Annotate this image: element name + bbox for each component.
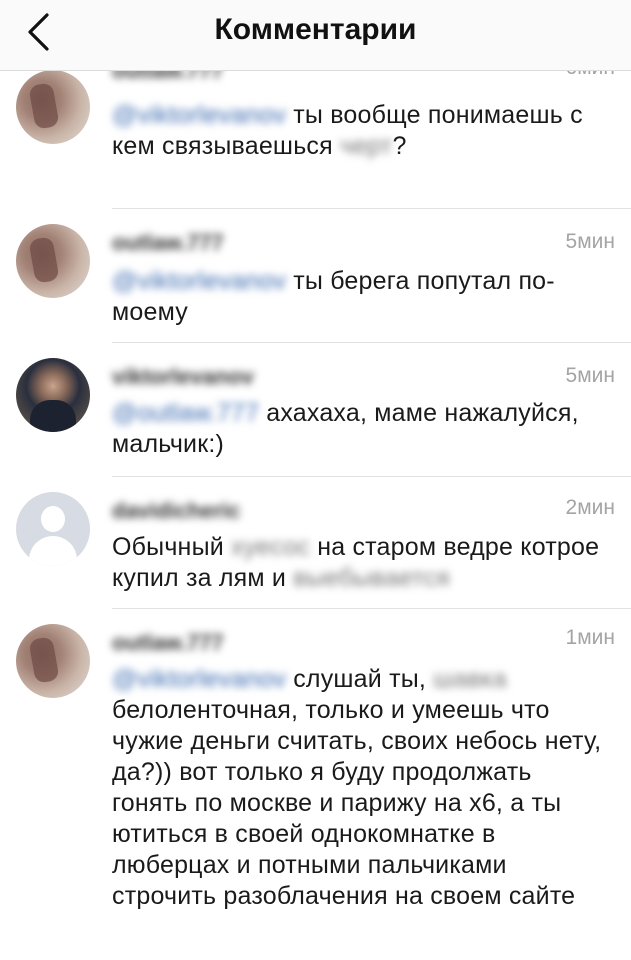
mention-link[interactable]: @outlaw.777: [112, 399, 259, 427]
avatar[interactable]: [16, 624, 90, 698]
mention-link[interactable]: @viktorlevanov: [112, 101, 286, 129]
comment-text: Обычный хуесос на старом ведре котрое ку…: [112, 532, 612, 594]
comment-text: @viktorlevanov слушай ты, шавка белолент…: [112, 664, 612, 912]
comment-text: @outlaw.777 ахахаха, маме нажалуйся, мал…: [112, 398, 612, 460]
default-avatar-head: [41, 506, 65, 532]
comment-text-part: белоленточная, только и умеешь что чужие…: [112, 696, 602, 910]
divider: [112, 476, 631, 477]
avatar[interactable]: [16, 492, 90, 566]
avatar[interactable]: [16, 358, 90, 432]
blurred-word: шавка: [433, 665, 507, 693]
comment-username[interactable]: outlaw.777: [112, 630, 224, 656]
avatar[interactable]: [16, 224, 90, 298]
default-avatar-body: [29, 536, 77, 566]
divider: [112, 208, 631, 209]
mention-link[interactable]: @viktorlevanov: [112, 665, 286, 693]
comment-time: 2мин: [565, 496, 615, 519]
divider: [112, 342, 631, 343]
blurred-word: черт: [340, 132, 393, 160]
comment-username[interactable]: viktorlevanov: [112, 364, 254, 390]
comment-time: 5мин: [565, 364, 615, 387]
comment-text: @viktorlevanov ты берега попутал по-моем…: [112, 266, 612, 328]
mention-link[interactable]: @viktorlevanov: [112, 267, 286, 295]
comment-time: 5мин: [565, 230, 615, 253]
comment-username[interactable]: outlaw.777: [112, 230, 224, 256]
comments-screen: Комментарии outlaw.777 6мин @viktorlevan…: [0, 0, 631, 960]
comment-text-part: Обычный: [112, 533, 232, 561]
navigation-bar: Комментарии: [0, 0, 631, 71]
comment-text-part: ?: [392, 132, 407, 160]
avatar[interactable]: [16, 70, 90, 144]
divider: [112, 608, 631, 609]
comment-text: @viktorlevanov ты вообще понимаешь с кем…: [112, 100, 612, 162]
comment-text-part: слушай ты,: [286, 665, 434, 693]
page-title: Комментарии: [214, 13, 417, 46]
blurred-word: хуесос: [231, 533, 311, 561]
comment-time: 1мин: [565, 626, 615, 649]
comment-username[interactable]: davidicheric: [112, 498, 240, 524]
blurred-word: выебывается: [293, 564, 450, 592]
